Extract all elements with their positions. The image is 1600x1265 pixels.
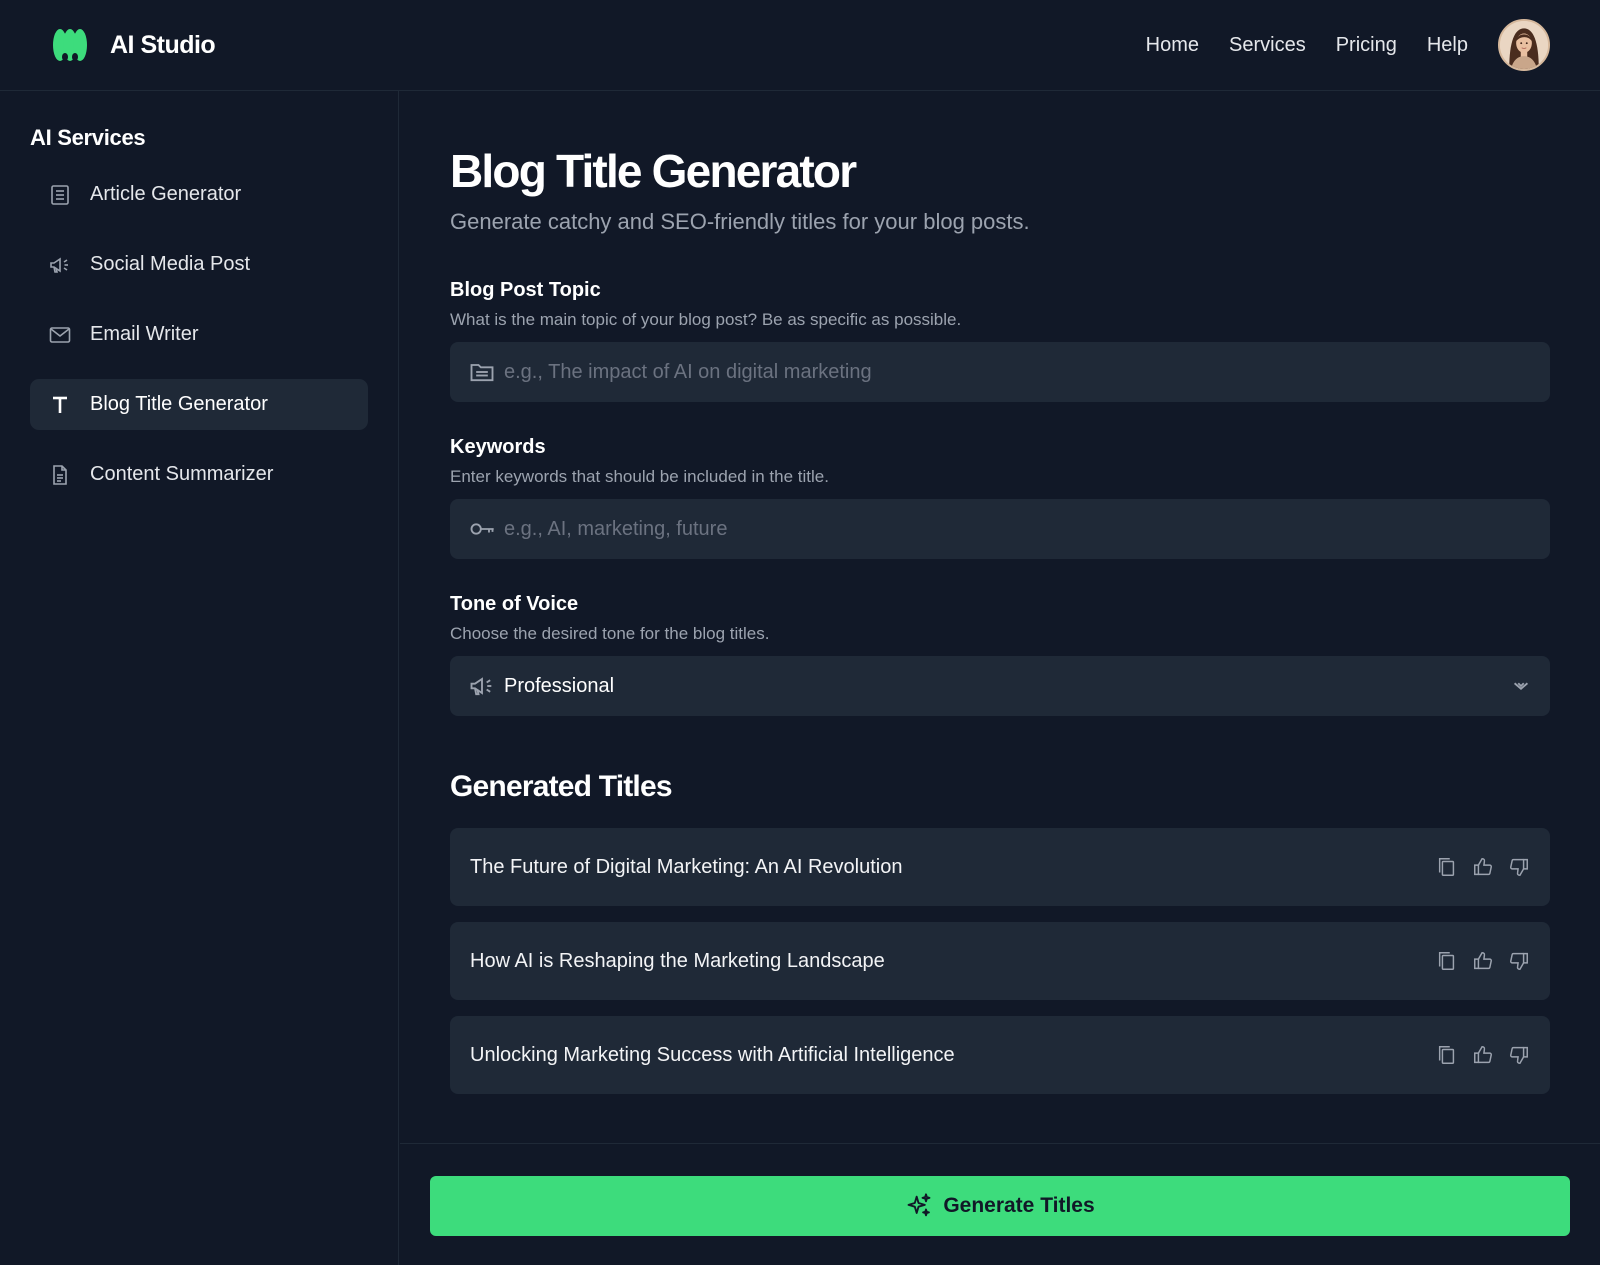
document-icon — [47, 462, 73, 488]
generated-titles-heading: Generated Titles — [450, 770, 673, 803]
tone-field-group: Tone of Voice Choose the desired tone fo… — [450, 593, 1550, 716]
tone-select[interactable]: Professional — [450, 656, 1550, 716]
nav-services-link[interactable]: Services — [1229, 34, 1306, 57]
nav-home-link[interactable]: Home — [1146, 34, 1199, 57]
brand[interactable]: AI Studio — [52, 27, 216, 63]
page-subtitle: Generate catchy and SEO-friendly titles … — [450, 209, 1030, 234]
chevron-down-icon — [1513, 682, 1529, 690]
footer-action-bar: Generate Titles — [400, 1143, 1600, 1265]
key-icon — [470, 523, 494, 535]
generate-titles-button[interactable]: Generate Titles — [430, 1176, 1570, 1236]
folder-icon — [470, 364, 494, 382]
title-actions — [1436, 950, 1530, 972]
tone-label: Tone of Voice — [450, 593, 579, 615]
thumbs-down-icon[interactable] — [1508, 1044, 1530, 1066]
sidebar-item-label: Social Media Post — [90, 253, 251, 275]
sidebar-item-label: Article Generator — [90, 183, 242, 205]
copy-icon[interactable] — [1436, 950, 1458, 972]
topic-label: Blog Post Topic — [450, 279, 601, 301]
copy-icon[interactable] — [1436, 1044, 1458, 1066]
nav-help-link[interactable]: Help — [1427, 34, 1468, 57]
sidebar-item-blog-title-generator[interactable]: Blog Title Generator — [30, 379, 368, 430]
title-text: The Future of Digital Marketing: An AI R… — [470, 855, 903, 878]
generate-button-label: Generate Titles — [943, 1194, 1095, 1217]
article-icon — [47, 182, 73, 208]
envelope-icon — [47, 322, 73, 348]
copy-icon[interactable] — [1436, 856, 1458, 878]
title-text: How AI is Reshaping the Marketing Landsc… — [470, 949, 885, 972]
keywords-label: Keywords — [450, 436, 546, 458]
keywords-input[interactable] — [504, 517, 1532, 541]
generated-titles-list: The Future of Digital Marketing: An AI R… — [450, 828, 1550, 1094]
sidebar-item-label: Email Writer — [90, 323, 199, 345]
megaphone-icon — [47, 252, 73, 278]
sidebar: AI Services Article Generator Social Med… — [0, 91, 399, 1265]
topic-help-text: What is the main topic of your blog post… — [450, 310, 962, 329]
nav-pricing-link[interactable]: Pricing — [1336, 34, 1397, 57]
main-content: Blog Title Generator Generate catchy and… — [400, 91, 1600, 1141]
sparkles-icon — [907, 1193, 931, 1217]
keywords-help-text: Enter keywords that should be included i… — [450, 467, 829, 486]
thumbs-up-icon[interactable] — [1472, 1044, 1494, 1066]
keywords-input-box[interactable] — [450, 499, 1550, 559]
sidebar-title: AI Services — [30, 125, 146, 150]
sidebar-item-label: Content Summarizer — [90, 463, 274, 485]
list-item: The Future of Digital Marketing: An AI R… — [450, 828, 1550, 906]
megaphone-icon — [470, 677, 492, 696]
app-name: AI Studio — [110, 30, 216, 59]
tone-help-text: Choose the desired tone for the blog tit… — [450, 624, 770, 643]
top-header: AI Studio Home Services Pricing Help — [0, 0, 1600, 91]
top-nav: Home Services Pricing Help — [1146, 19, 1550, 71]
title-actions — [1436, 856, 1530, 878]
title-actions — [1436, 1044, 1530, 1066]
keywords-field-group: Keywords Enter keywords that should be i… — [450, 436, 1550, 559]
topic-field-group: Blog Post Topic What is the main topic o… — [450, 279, 1550, 402]
topic-input-box[interactable] — [450, 342, 1550, 402]
text-t-icon — [47, 392, 73, 418]
title-text: Unlocking Marketing Success with Artific… — [470, 1043, 955, 1066]
sidebar-item-content-summarizer[interactable]: Content Summarizer — [30, 449, 368, 500]
sidebar-item-label: Blog Title Generator — [90, 393, 268, 415]
sidebar-item-social-media-post[interactable]: Social Media Post — [30, 239, 368, 290]
sidebar-item-email-writer[interactable]: Email Writer — [30, 309, 368, 360]
user-avatar[interactable] — [1498, 19, 1550, 71]
logo-icon — [53, 29, 87, 61]
list-item: Unlocking Marketing Success with Artific… — [450, 1016, 1550, 1094]
tone-selected-value: Professional — [504, 674, 615, 697]
thumbs-down-icon[interactable] — [1508, 856, 1530, 878]
thumbs-up-icon[interactable] — [1472, 856, 1494, 878]
page-title: Blog Title Generator — [450, 145, 857, 197]
thumbs-up-icon[interactable] — [1472, 950, 1494, 972]
thumbs-down-icon[interactable] — [1508, 950, 1530, 972]
sidebar-item-article-generator[interactable]: Article Generator — [30, 169, 368, 220]
list-item: How AI is Reshaping the Marketing Landsc… — [450, 922, 1550, 1000]
topic-input[interactable] — [504, 360, 1532, 384]
